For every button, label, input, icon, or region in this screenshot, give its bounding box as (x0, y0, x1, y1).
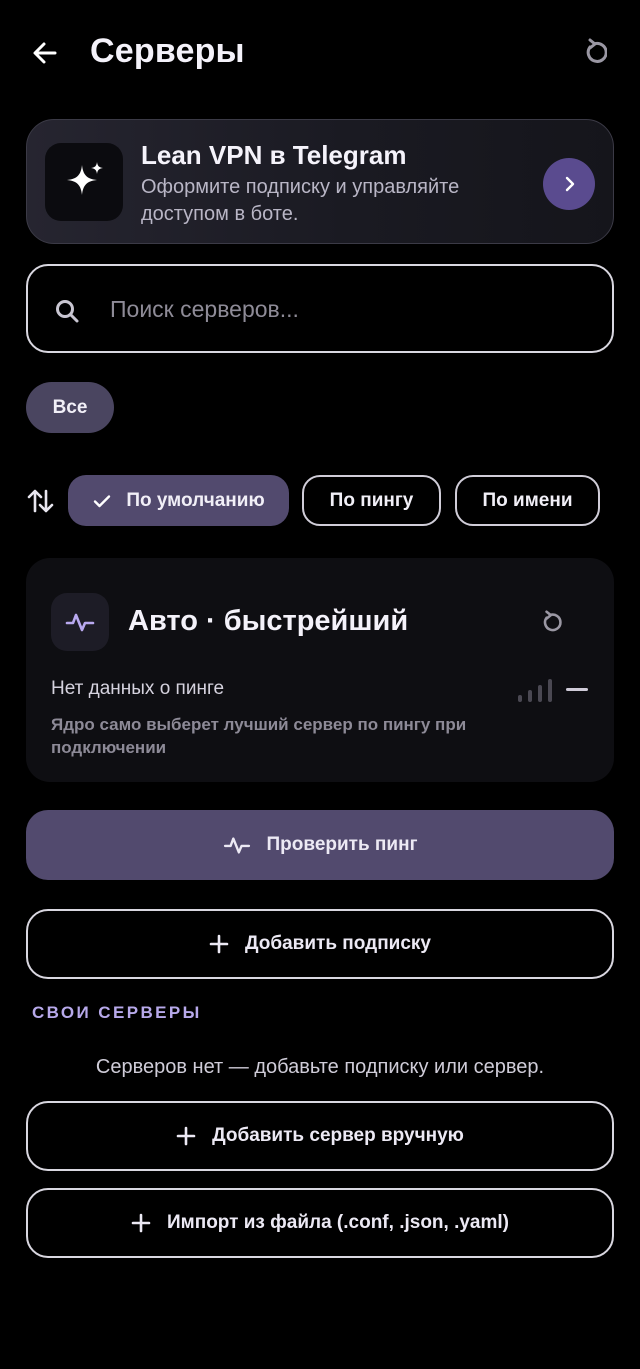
sparkle-icon (67, 162, 103, 195)
add-subscription-button[interactable]: Добавить подписку (26, 909, 614, 979)
refresh-button[interactable] (578, 36, 610, 68)
ping-status: Нет данных о пинге (51, 678, 225, 699)
sort-name-label: По имени (482, 489, 573, 511)
search-box[interactable] (26, 264, 614, 353)
check-ping-label: Проверить пинг (266, 834, 418, 855)
signal-bars-icon (518, 679, 552, 702)
promo-logo (45, 143, 123, 221)
chevron-right-icon (565, 176, 575, 192)
sort-ping-chip[interactable]: По пингу (302, 475, 441, 526)
auto-server-title: Авто · быстрейший (128, 605, 409, 637)
auto-server-card[interactable]: Авто · быстрейший Нет данных о пинге Ядр… (26, 558, 614, 782)
refresh-icon (586, 38, 607, 63)
pulse-icon (223, 834, 251, 856)
pulse-icon (65, 613, 95, 632)
sort-default-chip[interactable]: По умолчанию (68, 475, 289, 526)
import-file-button[interactable]: Импорт из файла (.conf, .json, .yaml) (26, 1188, 614, 1258)
promo-subtitle: Оформите подписку и управляйте доступом … (141, 176, 460, 225)
page-title: Серверы (90, 32, 245, 70)
add-subscription-label: Добавить подписку (245, 933, 431, 954)
auto-icon-box (51, 593, 109, 651)
add-server-manually-button[interactable]: Добавить сервер вручную (26, 1101, 614, 1171)
sort-default-label: По умолчанию (126, 489, 265, 511)
plus-icon (209, 934, 229, 954)
auto-server-description: Ядро само выберет лучший сервер по пингу… (51, 715, 467, 757)
empty-servers-message: Серверов нет — добавьте подписку или сер… (95, 1056, 545, 1078)
sort-name-chip[interactable]: По имени (455, 475, 600, 526)
servers-screen: Серверы Lean VPN в Telegram Оформите под… (0, 0, 640, 1369)
ping-value-dash (566, 688, 588, 691)
refresh-icon[interactable] (538, 610, 562, 634)
check-ping-button[interactable]: Проверить пинг (26, 810, 614, 880)
sort-icon (27, 489, 54, 513)
back-button[interactable] (26, 34, 64, 72)
own-servers-heading: СВОИ СЕРВЕРЫ (32, 1003, 202, 1022)
arrow-left-icon (33, 42, 57, 64)
filter-chip-all[interactable]: Все (26, 382, 114, 433)
promo-open-button[interactable] (543, 158, 595, 210)
plus-icon (176, 1126, 196, 1146)
plus-icon (131, 1213, 151, 1233)
import-file-label: Импорт из файла (.conf, .json, .yaml) (167, 1212, 509, 1233)
search-icon (56, 300, 79, 323)
header: Серверы (0, 0, 640, 108)
sort-ping-label: По пингу (329, 489, 414, 511)
check-icon (92, 491, 112, 511)
add-server-manually-label: Добавить сервер вручную (212, 1125, 464, 1146)
search-input[interactable] (110, 284, 590, 334)
promo-title: Lean VPN в Telegram (141, 140, 407, 170)
telegram-promo-card[interactable]: Lean VPN в Telegram Оформите подписку и … (26, 119, 614, 244)
